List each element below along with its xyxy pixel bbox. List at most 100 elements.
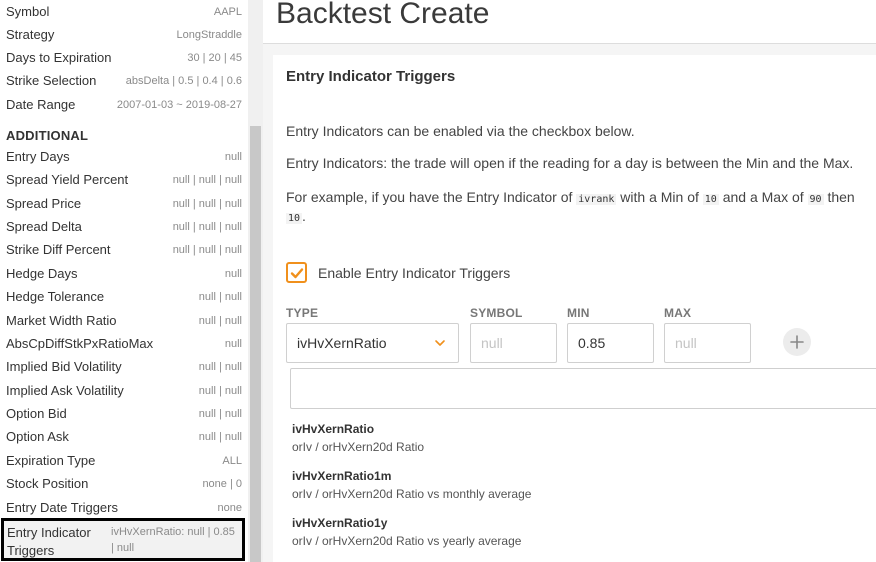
sidebar-item-value: null | null: [198, 407, 242, 420]
sidebar-item-label: Spread Yield Percent: [6, 172, 129, 187]
sidebar-item-value: null: [224, 337, 242, 350]
sidebar-item-symbol[interactable]: Symbol AAPL: [0, 0, 248, 23]
sidebar-item-label: Hedge Tolerance: [6, 289, 105, 304]
sidebar-item-value: LongStraddle: [176, 28, 242, 41]
card-title: Entry Indicator Triggers: [286, 68, 456, 85]
sidebar-item-label: Option Bid: [6, 406, 67, 421]
max-label: MAX: [664, 306, 692, 320]
max-input[interactable]: null: [664, 323, 751, 363]
example-text-part: .: [302, 208, 306, 224]
sidebar-item-spread-price[interactable]: Spread Price null | null | null: [0, 192, 248, 215]
sidebar-item-label: Spread Delta: [6, 219, 82, 234]
sidebar-item-value: ivHvXernRatio: null | 0.85 | null: [111, 526, 235, 554]
sidebar-item-value: null | null | null: [172, 197, 242, 210]
sidebar-item-value: null | null: [198, 430, 242, 443]
sidebar-item-strike-diff-percent[interactable]: Strike Diff Percent null | null | null: [0, 238, 248, 261]
enable-triggers-label: Enable Entry Indicator Triggers: [318, 264, 511, 281]
sidebar-item-value: 30 | 20 | 45: [187, 51, 242, 64]
sidebar-item-label: Spread Price: [6, 196, 82, 211]
dropdown-option-desc: orIv / orHvXern20d Ratio vs monthly aver…: [292, 487, 532, 501]
main-content: Backtest Create Entry Indicator Triggers…: [263, 0, 876, 562]
sidebar-item-value: null | null: [198, 384, 242, 397]
sidebar-item-spread-yield-percent[interactable]: Spread Yield Percent null | null | null: [0, 168, 248, 191]
code-min: 10: [702, 194, 719, 205]
sidebar-item-entry-days[interactable]: Entry Days null: [0, 145, 248, 168]
sidebar-item-implied-ask-volatility[interactable]: Implied Ask Volatility null | null: [0, 379, 248, 402]
sidebar-item-label: Entry Days: [6, 149, 70, 164]
type-select[interactable]: ivHvXernRatio: [286, 323, 459, 363]
sidebar-item-market-width-ratio[interactable]: Market Width Ratio null | null: [0, 309, 248, 332]
sidebar-item-label: Expiration Type: [6, 453, 96, 468]
sidebar-item-value: null | null | null: [172, 220, 242, 233]
sidebar-item-strategy[interactable]: Strategy LongStraddle: [0, 23, 248, 46]
sidebar-item-value: ALL: [222, 454, 242, 467]
sidebar-item-option-ask[interactable]: Option Ask null | null: [0, 425, 248, 448]
sidebar-item-implied-bid-volatility[interactable]: Implied Bid Volatility null | null: [0, 355, 248, 378]
dropdown-option-desc: orIv / orHvXern20d Ratio: [292, 440, 425, 454]
sidebar-item-value: none: [217, 501, 242, 514]
example-text-continued: 10.: [286, 208, 306, 224]
check-icon: [290, 267, 303, 278]
sidebar-item-label: Stock Position: [6, 476, 89, 491]
sidebar-item-label: Symbol: [6, 4, 50, 19]
sidebar-item-value: AAPL: [213, 5, 242, 18]
example-text-part: then: [823, 189, 855, 205]
sidebar-item-stock-position[interactable]: Stock Position none | 0: [0, 472, 248, 495]
sidebar-item-spread-delta[interactable]: Spread Delta null | null | null: [0, 215, 248, 238]
example-text-part: For example, if you have the Entry Indic…: [286, 189, 577, 205]
dropdown-search-input[interactable]: [290, 368, 876, 409]
sidebar-item-label: Implied Bid Volatility: [6, 359, 122, 374]
sidebar-item-label: Option Ask: [6, 429, 69, 444]
sidebar-item-value: null: [224, 150, 242, 163]
sidebar-item-value: absDelta | 0.5 | 0.4 | 0.6: [125, 74, 242, 87]
type-dropdown: ivHvXernRatio orIv / orHvXern20d Ratio i…: [286, 364, 876, 562]
dropdown-option-title: ivHvXernRatio1y: [292, 516, 388, 530]
sidebar-item-label: Days to Expiration: [6, 50, 112, 65]
min-input[interactable]: 0.85: [567, 323, 654, 363]
sidebar-item-value: null | null | null: [172, 243, 242, 256]
sidebar: Symbol AAPL Strategy LongStraddle Days t…: [0, 0, 263, 562]
example-text: For example, if you have the Entry Indic…: [286, 189, 855, 205]
type-label: TYPE: [286, 306, 319, 320]
sidebar-item-abscpdiffstkpxratiomax[interactable]: AbsCpDiffStkPxRatioMax null: [0, 332, 248, 355]
page-title: Backtest Create: [276, 0, 490, 30]
dropdown-option-desc: orIv / orHvXern20d Ratio vs yearly avera…: [292, 534, 522, 548]
symbol-input[interactable]: null: [470, 323, 557, 363]
sidebar-item-hedge-tolerance[interactable]: Hedge Tolerance null | null: [0, 285, 248, 308]
sidebar-item-value: none | 0: [202, 477, 242, 490]
sidebar-item-label: Strike Selection: [6, 73, 97, 88]
min-label: MIN: [567, 306, 590, 320]
sidebar-item-label: Entry Date Triggers: [6, 500, 118, 515]
chevron-down-icon: [435, 340, 445, 346]
dropdown-option-title: ivHvXernRatio: [292, 422, 375, 436]
sidebar-item-expiration-type[interactable]: Expiration Type ALL: [0, 449, 248, 472]
sidebar-item-value: null | null: [198, 360, 242, 373]
sidebar-item-option-bid[interactable]: Option Bid null | null: [0, 402, 248, 425]
sidebar-scrollbar-thumb[interactable]: [250, 126, 261, 562]
add-trigger-button[interactable]: [783, 328, 811, 356]
dropdown-option[interactable]: ivHvXernRatio1m orIv / orHvXern20d Ratio…: [292, 469, 872, 501]
sidebar-item-label: Date Range: [6, 97, 76, 112]
sidebar-item-value: null: [224, 267, 242, 280]
dropdown-option-title: ivHvXernRatio1m: [292, 469, 392, 483]
sidebar-item-value: null | null: [198, 290, 242, 303]
enable-triggers-row[interactable]: Enable Entry Indicator Triggers: [286, 262, 510, 283]
sidebar-item-value: 2007-01-03 ~ 2019-08-27: [116, 98, 242, 111]
sidebar-item-label: AbsCpDiffStkPxRatioMax: [6, 336, 154, 351]
min-value: 0.85: [578, 335, 606, 351]
sidebar-item-days-to-expiration[interactable]: Days to Expiration 30 | 20 | 45: [0, 46, 248, 69]
page-header: Backtest Create: [263, 0, 876, 44]
dropdown-option[interactable]: ivHvXernRatio orIv / orHvXern20d Ratio: [292, 422, 872, 454]
sidebar-item-value: null | null | null: [172, 173, 242, 186]
symbol-label: SYMBOL: [470, 306, 523, 320]
code-max: 90: [807, 194, 824, 205]
dropdown-option[interactable]: ivHvXernRatio1y orIv / orHvXern20d Ratio…: [292, 516, 872, 548]
code-value: 10: [286, 213, 303, 224]
sidebar-item-entry-indicator-triggers[interactable]: Entry Indicator Triggers ivHvXernRatio: …: [1, 518, 245, 561]
sidebar-item-hedge-days[interactable]: Hedge Days null: [0, 262, 248, 285]
example-text-part: with a Min of: [616, 189, 703, 205]
enable-triggers-checkbox[interactable]: [286, 262, 307, 283]
sidebar-item-entry-date-triggers[interactable]: Entry Date Triggers none: [0, 496, 248, 519]
sidebar-item-strike-selection[interactable]: Strike Selection absDelta | 0.5 | 0.4 | …: [0, 69, 248, 92]
sidebar-item-date-range[interactable]: Date Range 2007-01-03 ~ 2019-08-27: [0, 93, 248, 116]
